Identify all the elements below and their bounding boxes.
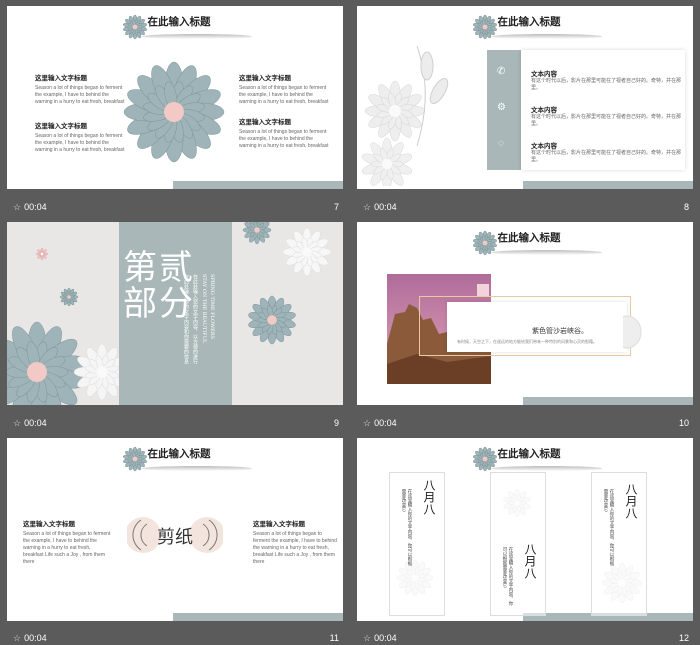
text-block: 这里输入文字标题 Season a lot of things began to… (253, 521, 337, 565)
flower-icon (473, 446, 497, 472)
slide-time: 00:04 (24, 202, 47, 212)
block-body: Season a lot of things began to ferment … (239, 85, 329, 105)
slide-meta-7: ☆ 00:04 7 (7, 199, 343, 217)
caption-body: 有时候，天空之下，在遥远的地方能给我们带来一种特别的风景和心灵的慰藉。 (457, 339, 597, 344)
transition-icon: ☆ (363, 202, 372, 212)
calendar-card: 八月八 在这里输入你的文字内容，你可以根据需要改变它 (490, 472, 546, 616)
slide-meta-10: ☆ 00:04 10 (363, 418, 689, 428)
slide-meta-9: ☆ 00:04 9 (13, 418, 339, 428)
paper-flowers-graphic (361, 46, 449, 186)
slide-meta-11: ☆ 00:04 11 (13, 633, 339, 643)
flower-icon (473, 230, 497, 256)
slide-thumbnail-11[interactable]: 在此输入标题 剪纸 这里输入文字标题 Season a lot of thing… (7, 438, 343, 621)
slide-meta-12: ☆ 00:04 12 (363, 633, 689, 643)
block-heading: 这里输入文字标题 (35, 75, 87, 82)
flower-icon (123, 14, 147, 40)
block-heading: 这里输入文字标题 (35, 123, 87, 130)
slide-thumbnail-8[interactable]: 在此输入标题 ✆ ⚙ ◌ 文本内容 有这个时代以后，影片在那里可能在了视者自己好… (357, 6, 693, 189)
slide-number: 7 (333, 202, 339, 212)
caption-heading: 紫色管沙岩峡谷。 (532, 328, 588, 335)
pink-square (477, 284, 489, 296)
slide-thumbnail-7[interactable]: 在此输入标题 这里输入文字标题 Season a lot of things b… (7, 6, 343, 189)
flower-icon (123, 446, 147, 472)
block-body: Season a lot of things began to ferment … (35, 85, 125, 105)
sage-strip (173, 181, 343, 189)
block-heading: 这里输入文字标题 (239, 119, 291, 126)
flower-edge-graphic (623, 315, 642, 349)
calendar-card: 八月八 在这里输入你的文字内容，你可以根据需要改变它 (389, 472, 445, 616)
center-emblem: 剪纸 (127, 510, 223, 560)
text-item: 文本内容 有这个时代以后，影片在那里可能在了视者自己好的。奇特，并在那里。 (531, 143, 682, 163)
calendar-card: 八月八 在这里输入你的文字内容，你可以根据需要改变它 (591, 472, 647, 616)
vertical-text-group: 在此处输入你的文字内容和你需要的信息 在此处输入您的文字内容，以方便的进行 ST… (183, 274, 215, 364)
text-block: 这里输入文字标题 Season a lot of things began to… (239, 72, 329, 106)
flower-icon (473, 14, 497, 40)
block-body: Season a lot of things began to ferment … (239, 129, 329, 149)
block-body: Season a lot of things began to ferment … (35, 133, 125, 153)
bulb-icon: ◌ (498, 138, 504, 149)
slide-thumbnail-10[interactable]: 在此输入标题 紫色管沙岩峡谷。 有时候，天空之下，在遥远的地方能给我们带来一种特… (357, 222, 693, 405)
flower-graphic (123, 61, 225, 163)
phone-icon: ✆ (497, 66, 506, 77)
transition-icon: ☆ (13, 202, 22, 212)
center-title: 剪纸 (157, 527, 193, 548)
text-block: 这里输入文字标题 Season a lot of things began to… (35, 72, 125, 106)
text-item: 文本内容 有这个时代以后，影片在那里可能在了视者自己好的。奇特，并在那里。 (531, 107, 682, 127)
text-item: 文本内容 有这个时代以后，影片在那里可能在了视者自己好的。奇特，并在那里。 (531, 71, 682, 91)
slide-thumbnail-9[interactable]: 第贰部分 在此处输入你的文字内容和你需要的信息 在此处输入您的文字内容，以方便的… (7, 222, 343, 405)
text-block: 这里输入文字标题 Season a lot of things began to… (35, 120, 125, 154)
slide-thumbnail-12[interactable]: 在此输入标题 八月八 在这里输入你的文字内容，你可以根据需要改变它 八月八 在这… (357, 438, 693, 621)
text-block: 这里输入文字标题 Season a lot of things began to… (239, 116, 329, 150)
slide-meta-8: ☆ 00:04 8 (363, 202, 689, 212)
block-heading: 这里输入文字标题 (239, 75, 291, 82)
share-icon: ⚙ (497, 102, 506, 113)
text-block: 这里输入文字标题 Season a lot of things began to… (23, 521, 111, 565)
